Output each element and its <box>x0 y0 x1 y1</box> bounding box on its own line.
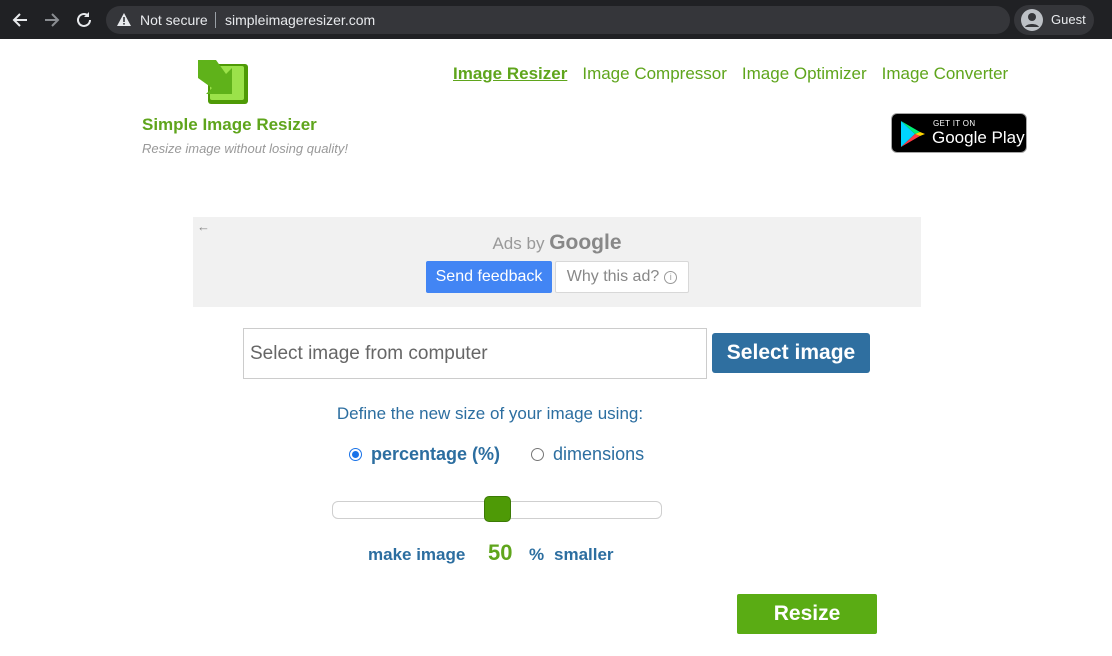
dimensions-label[interactable]: dimensions <box>553 444 644 465</box>
info-icon: i <box>664 270 678 284</box>
dimensions-radio[interactable] <box>531 448 545 461</box>
percentage-value: 50 <box>488 540 513 565</box>
warning-icon[interactable] <box>116 12 132 32</box>
url-text[interactable]: simpleimageresizer.com <box>225 12 375 28</box>
make-image-suffix: smaller <box>554 545 614 564</box>
nav-image-resizer[interactable]: Image Resizer <box>453 64 567 84</box>
address-bar[interactable]: Not secure simpleimageresizer.com <box>106 6 1010 34</box>
avatar-icon <box>1021 9 1043 36</box>
site-tagline: Resize image without losing quality! <box>142 141 348 156</box>
nav-image-compressor[interactable]: Image Compressor <box>582 64 727 84</box>
nav-image-converter[interactable]: Image Converter <box>882 64 1009 84</box>
percentage-unit: % <box>529 545 545 564</box>
send-feedback-button[interactable]: Send feedback <box>426 261 552 293</box>
google-play-icon <box>900 120 926 153</box>
ad-container: ← Ads by Google Send feedback Why this a… <box>193 217 921 307</box>
ads-by-brand: Google <box>549 231 622 254</box>
back-icon[interactable] <box>9 9 31 31</box>
forward-icon[interactable] <box>41 9 63 31</box>
google-play-top-line: GET IT ON <box>933 119 976 128</box>
browser-toolbar: Not secure simpleimageresizer.com Guest <box>0 0 1112 39</box>
percentage-slider-thumb[interactable] <box>483 496 511 522</box>
google-play-store-name: Google Play <box>932 128 1025 147</box>
profile-button[interactable]: Guest <box>1014 5 1094 35</box>
reload-icon[interactable] <box>73 9 95 31</box>
make-image-prefix: make image <box>368 545 466 564</box>
top-navigation: Image Resizer Image Compressor Image Opt… <box>453 64 1008 84</box>
security-label[interactable]: Not secure <box>140 12 208 28</box>
resize-button[interactable]: Resize <box>737 594 877 634</box>
site-logo-icon[interactable] <box>194 52 250 111</box>
resize-instruction: Define the new size of your image using: <box>336 404 644 423</box>
nav-image-optimizer[interactable]: Image Optimizer <box>742 64 867 84</box>
ads-by-google: Ads by Google <box>193 231 921 255</box>
select-image-button[interactable]: Select image <box>712 333 870 373</box>
select-image-input[interactable] <box>243 328 707 379</box>
profile-label: Guest <box>1051 12 1086 27</box>
percentage-radio[interactable] <box>349 448 362 461</box>
site-title[interactable]: Simple Image Resizer <box>142 115 317 135</box>
ads-by-prefix: Ads by <box>492 234 545 253</box>
omnibox-divider <box>215 12 216 28</box>
why-this-ad-button[interactable]: Why this ad? i <box>555 261 689 293</box>
google-play-badge[interactable]: GET IT ON Google Play <box>891 113 1027 153</box>
percentage-label[interactable]: percentage (%) <box>371 444 500 465</box>
why-this-ad-label: Why this ad? <box>566 268 660 285</box>
resize-mode-options: percentage (%) dimensions <box>349 444 644 465</box>
